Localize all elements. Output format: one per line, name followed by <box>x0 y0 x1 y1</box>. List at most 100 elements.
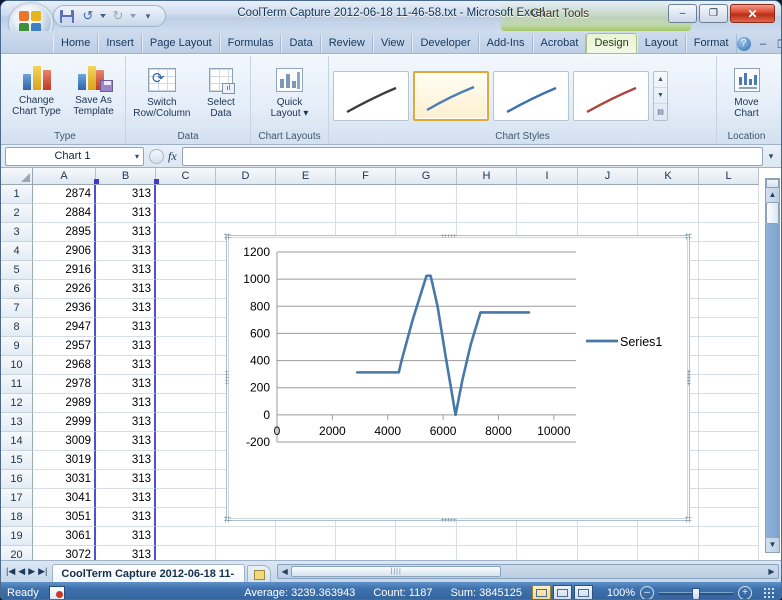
ribbon-tab-design[interactable]: Design <box>586 33 637 54</box>
ribbon-tab-insert[interactable]: Insert <box>98 34 142 53</box>
ribbon-tab-home[interactable]: Home <box>53 34 99 53</box>
cell-B1[interactable]: 313 <box>96 185 156 204</box>
cell-A7[interactable]: 2936 <box>33 299 96 318</box>
page-layout-view-button[interactable] <box>553 585 572 599</box>
sheet-nav-button-1[interactable]: ◀ <box>18 566 25 577</box>
row-header-14[interactable]: 14 <box>1 432 33 451</box>
page-break-preview-button[interactable] <box>574 585 593 599</box>
row-header-20[interactable]: 20 <box>1 546 33 560</box>
name-box-dropdown-icon[interactable]: ▾ <box>135 152 139 161</box>
cell-L13[interactable] <box>699 413 759 432</box>
cell-B8[interactable]: 313 <box>96 318 156 337</box>
cell-E2[interactable] <box>276 204 336 223</box>
row-header-1[interactable]: 1 <box>1 185 33 204</box>
cell-C18[interactable] <box>156 508 216 527</box>
chart-style-2[interactable] <box>413 70 489 121</box>
vertical-scroll-track[interactable] <box>766 224 779 538</box>
gallery-more-icon[interactable]: ▤ <box>654 104 667 119</box>
cell-A19[interactable]: 3061 <box>33 527 96 546</box>
cell-C10[interactable] <box>156 356 216 375</box>
zoom-slider-thumb[interactable] <box>692 587 700 599</box>
chart-series-line-0[interactable] <box>355 274 531 417</box>
cell-J19[interactable] <box>578 527 638 546</box>
cell-C3[interactable] <box>156 223 216 242</box>
cell-C15[interactable] <box>156 451 216 470</box>
name-box[interactable]: Chart 1 ▾ <box>5 146 144 166</box>
cell-B14[interactable]: 313 <box>96 432 156 451</box>
row-header-6[interactable]: 6 <box>1 280 33 299</box>
cell-L1[interactable] <box>699 185 759 204</box>
cell-B3[interactable]: 313 <box>96 223 156 242</box>
chart-style-4[interactable] <box>573 70 649 121</box>
cell-A9[interactable]: 2957 <box>33 337 96 356</box>
select-data-button[interactable]: ıl Select Data <box>197 61 245 119</box>
source-range-marker-1[interactable] <box>154 179 159 184</box>
row-header-10[interactable]: 10 <box>1 356 33 375</box>
gallery-scroll-down-icon[interactable]: ▼ <box>654 88 667 105</box>
cell-H20[interactable] <box>457 546 517 560</box>
source-range-marker-0[interactable] <box>94 179 99 184</box>
close-button[interactable]: ✕ <box>730 4 775 23</box>
cell-L9[interactable] <box>699 337 759 356</box>
column-header-G[interactable]: G <box>396 168 457 185</box>
cell-F2[interactable] <box>336 204 396 223</box>
cell-I20[interactable] <box>517 546 578 560</box>
cell-C7[interactable] <box>156 299 216 318</box>
cell-B18[interactable]: 313 <box>96 508 156 527</box>
column-header-B[interactable]: B <box>96 168 156 185</box>
legend-label[interactable]: Series1 <box>620 335 662 349</box>
move-chart-button[interactable]: Move Chart <box>722 61 771 119</box>
cell-B20[interactable]: 313 <box>96 546 156 560</box>
cell-L12[interactable] <box>699 394 759 413</box>
cell-J2[interactable] <box>578 204 638 223</box>
row-header-8[interactable]: 8 <box>1 318 33 337</box>
ribbon-tab-data[interactable]: Data <box>281 34 321 53</box>
maximize-button[interactable]: ❐ <box>699 4 728 23</box>
cell-C9[interactable] <box>156 337 216 356</box>
column-header-K[interactable]: K <box>638 168 699 185</box>
gallery-scroll-up-icon[interactable]: ▲ <box>654 72 667 88</box>
cell-B10[interactable]: 313 <box>96 356 156 375</box>
cell-C11[interactable] <box>156 375 216 394</box>
cell-A4[interactable]: 2906 <box>33 242 96 261</box>
customize-qat-icon[interactable]: ▾ <box>139 8 157 25</box>
row-header-19[interactable]: 19 <box>1 527 33 546</box>
select-all-corner[interactable] <box>1 168 33 185</box>
cell-K20[interactable] <box>638 546 699 560</box>
cell-D1[interactable] <box>216 185 276 204</box>
cell-L14[interactable] <box>699 432 759 451</box>
cell-C2[interactable] <box>156 204 216 223</box>
cell-B7[interactable]: 313 <box>96 299 156 318</box>
row-header-15[interactable]: 15 <box>1 451 33 470</box>
hscroll-left-icon[interactable]: ◀ <box>278 567 291 576</box>
cell-L5[interactable] <box>699 261 759 280</box>
column-header-E[interactable]: E <box>276 168 336 185</box>
cell-C4[interactable] <box>156 242 216 261</box>
cell-A11[interactable]: 2978 <box>33 375 96 394</box>
cell-A8[interactable]: 2947 <box>33 318 96 337</box>
cell-L3[interactable] <box>699 223 759 242</box>
row-header-13[interactable]: 13 <box>1 413 33 432</box>
cell-G19[interactable] <box>396 527 457 546</box>
ribbon-tab-formulas[interactable]: Formulas <box>219 34 282 53</box>
cell-K19[interactable] <box>638 527 699 546</box>
chart-style-1[interactable] <box>333 70 409 121</box>
cell-C5[interactable] <box>156 261 216 280</box>
cell-J1[interactable] <box>578 185 638 204</box>
cell-H2[interactable] <box>457 204 517 223</box>
row-header-9[interactable]: 9 <box>1 337 33 356</box>
column-header-F[interactable]: F <box>336 168 396 185</box>
column-header-D[interactable]: D <box>216 168 276 185</box>
cell-L18[interactable] <box>699 508 759 527</box>
row-header-16[interactable]: 16 <box>1 470 33 489</box>
column-header-I[interactable]: I <box>517 168 578 185</box>
cell-A16[interactable]: 3031 <box>33 470 96 489</box>
cell-A20[interactable]: 3072 <box>33 546 96 560</box>
cell-L11[interactable] <box>699 375 759 394</box>
sheet-nav-button-2[interactable]: ▶ <box>28 566 35 577</box>
cell-C13[interactable] <box>156 413 216 432</box>
cell-A10[interactable]: 2968 <box>33 356 96 375</box>
row-header-11[interactable]: 11 <box>1 375 33 394</box>
column-header-J[interactable]: J <box>578 168 638 185</box>
cell-B15[interactable]: 313 <box>96 451 156 470</box>
